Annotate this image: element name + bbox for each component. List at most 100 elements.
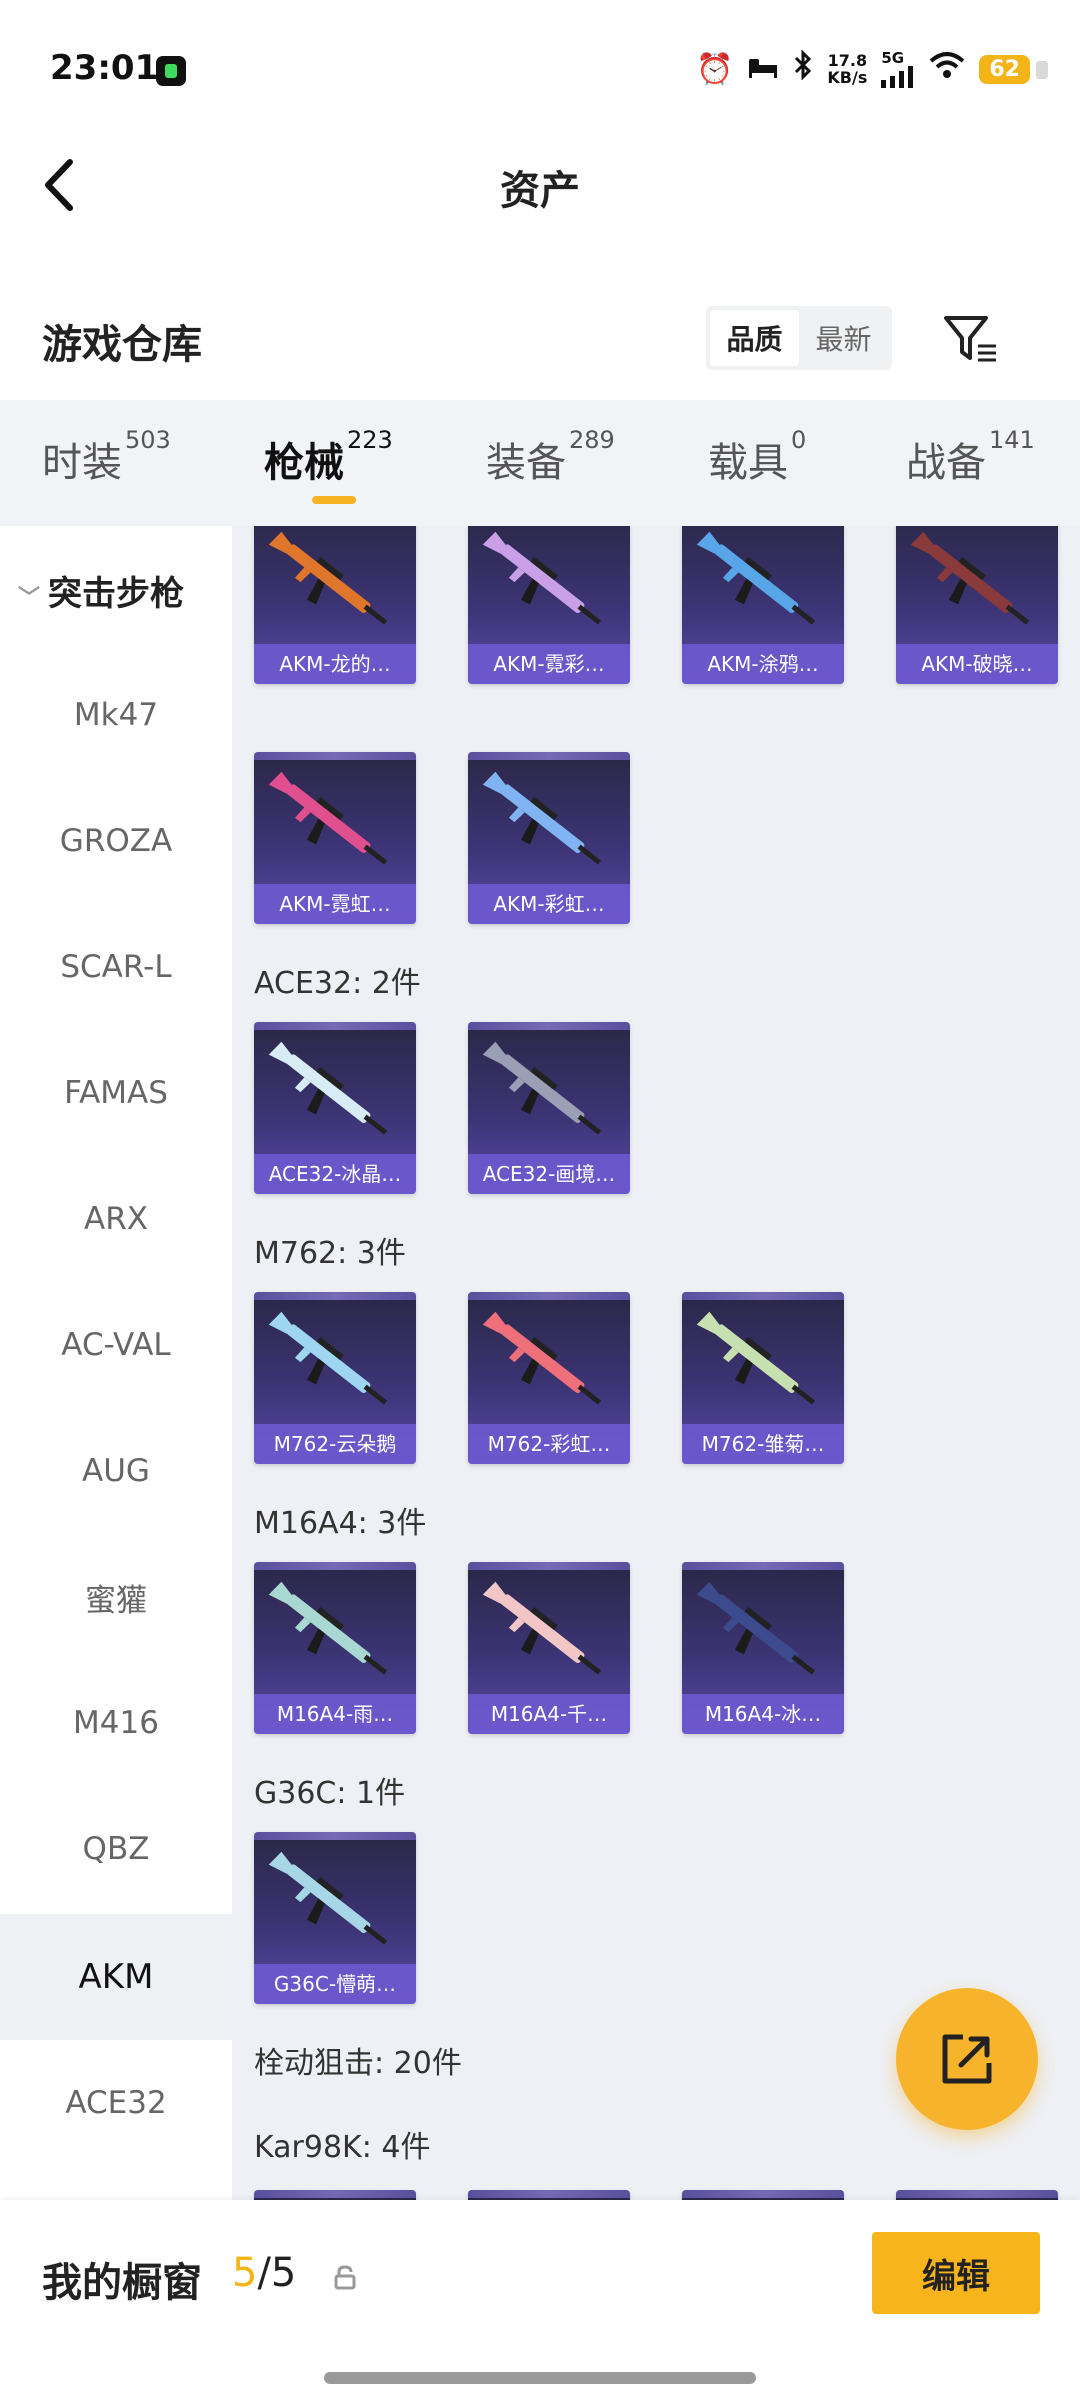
net-speed-unit: KB/s [827,68,868,87]
asset-page: 23:01 ⏰ 17.8 KB/s 5G 62 资产 游戏仓库 品质 最新 时装… [0,0,1080,2400]
sidebar-item-ac-val[interactable]: AC-VAL [0,1282,232,1408]
group-label-kar98k: Kar98K: 4件 [254,2130,431,2165]
skin-card[interactable]: G36C-懵萌… [254,1832,416,2004]
skin-card[interactable]: AKM-霓彩… [468,526,630,684]
sidebar-item-famas[interactable]: FAMAS [0,1030,232,1156]
group-label-m16a4: M16A4: 3件 [254,1506,427,1541]
rifle-icon [266,1306,404,1424]
lock-icon [334,2265,356,2290]
showcase-count-current: 5 [232,2250,258,2296]
skin-card[interactable]: AKM-彩虹… [468,752,630,924]
sidebar-item-arx[interactable]: ARX [0,1156,232,1282]
rifle-icon [480,1036,618,1154]
tab-count: 503 [125,426,171,454]
sidebar-item-groza[interactable]: GROZA [0,778,232,904]
showcase-count-total: /5 [257,2250,297,2296]
skin-card[interactable]: M16A4-雨… [254,1562,416,1734]
skin-card[interactable] [468,2190,630,2200]
skin-card[interactable]: ACE32-冰晶… [254,1022,416,1194]
weapon-grid: AKM-龙的… AKM-霓彩… AKM-涂鸦… AKM-破晓… AKM-霓虹… … [232,526,1080,2200]
skin-card[interactable]: M762-云朵鹅 [254,1292,416,1464]
skin-card[interactable]: M16A4-冰… [682,1562,844,1734]
share-icon [942,2034,992,2084]
tab-equipment[interactable]: 装备 289 [486,426,615,488]
rifle-icon [266,1576,404,1694]
sort-by-newest[interactable]: 最新 [799,310,888,366]
page-title: 资产 [500,168,580,214]
skin-card[interactable] [682,2190,844,2200]
tab-label: 载具 [708,440,788,486]
rifle-icon [694,1576,832,1694]
sidebar-item-akm[interactable]: AKM [0,1914,232,2040]
battery-indicator: 62 [979,54,1048,84]
rifle-icon [480,1576,618,1694]
skin-card[interactable]: M16A4-千… [468,1562,630,1734]
skin-card[interactable]: ACE32-画境… [468,1022,630,1194]
skin-card-caption: AKM-霓虹… [254,884,416,924]
skin-card-caption: M762-云朵鹅 [254,1424,416,1464]
edit-button[interactable]: 编辑 [872,2232,1040,2314]
group-label-g36c: G36C: 1件 [254,1776,406,1811]
tab-label: 时装 [42,440,122,486]
sort-by-quality[interactable]: 品质 [710,310,799,366]
rifle-icon [694,1306,832,1424]
sidebar-item-ace32[interactable]: ACE32 [0,2040,232,2166]
tab-label: 装备 [486,440,566,486]
skin-card-caption: ACE32-冰晶… [254,1154,416,1194]
tab-count: 289 [569,426,615,454]
status-time: 23:01 [50,48,159,88]
sidebar-item-scar-l[interactable]: SCAR-L [0,904,232,1030]
share-button[interactable] [896,1988,1038,2130]
rifle-icon [480,526,618,644]
tab-fashion[interactable]: 时装 503 [42,426,171,488]
skin-card-caption: M16A4-千… [468,1694,630,1734]
skin-card-caption: M762-彩虹… [468,1424,630,1464]
skin-card[interactable]: M762-雏菊… [682,1292,844,1464]
tab-count: 141 [989,426,1035,454]
skin-card[interactable] [254,2190,416,2200]
skin-card-caption: AKM-破晓… [896,644,1058,684]
notification-app-icon [156,56,186,86]
chevron-down-icon: ﹀ [18,585,41,611]
signal-icon [881,65,914,88]
sidebar-item-aug[interactable]: AUG [0,1408,232,1534]
wifi-icon [929,51,965,87]
rifle-icon [266,766,404,884]
filter-button[interactable] [940,308,1000,368]
rifle-icon [908,526,1046,644]
skin-card-caption: AKM-涂鸦… [682,644,844,684]
network-type: 5G [881,48,905,67]
tab-battle-gear[interactable]: 战备 141 [906,426,1035,488]
net-speed: 17.8 KB/s [827,52,867,86]
skin-card[interactable]: AKM-涂鸦… [682,526,844,684]
signal-group: 5G [881,48,915,88]
sidebar-group-assault-rifles[interactable]: ﹀ 突击步枪 [18,566,184,615]
filter-icon [944,316,996,362]
rifle-icon [266,1036,404,1154]
sidebar-item-honey-badger[interactable]: 蜜獾 [0,1534,232,1660]
skin-card[interactable]: AKM-霓虹… [254,752,416,924]
showcase-label: 我的橱窗 [42,2260,202,2306]
skin-card[interactable]: M762-彩虹… [468,1292,630,1464]
skin-card[interactable]: AKM-破晓… [896,526,1058,684]
skin-card[interactable] [896,2190,1058,2200]
sidebar-item-qbz[interactable]: QBZ [0,1786,232,1912]
sleep-mode-icon [747,52,779,87]
tab-count: 0 [791,426,807,454]
bottom-bar: 我的橱窗 5/5 编辑 [0,2200,1080,2400]
rifle-icon [266,1846,404,1964]
category-tabs: 时装 503 枪械 223 装备 289 载具 0 战备 141 [0,400,1080,526]
group-label-bolt-action: 栓动狙击: 20件 [254,2046,462,2081]
sort-toggle: 品质 最新 [706,306,892,370]
skin-card-caption: AKM-彩虹… [468,884,630,924]
sidebar-item-mk47[interactable]: Mk47 [0,652,232,778]
tab-vehicles[interactable]: 载具 0 [708,426,806,488]
warehouse-title: 游戏仓库 [42,322,202,368]
tab-firearms[interactable]: 枪械 223 [264,426,393,488]
home-indicator[interactable] [324,2372,756,2384]
status-bar: 23:01 ⏰ 17.8 KB/s 5G 62 [0,0,1080,130]
sidebar-item-m416[interactable]: M416 [0,1660,232,1786]
alarm-icon: ⏰ [696,51,734,87]
status-icons: ⏰ 17.8 KB/s 5G 62 [696,48,1048,88]
skin-card[interactable]: AKM-龙的… [254,526,416,684]
